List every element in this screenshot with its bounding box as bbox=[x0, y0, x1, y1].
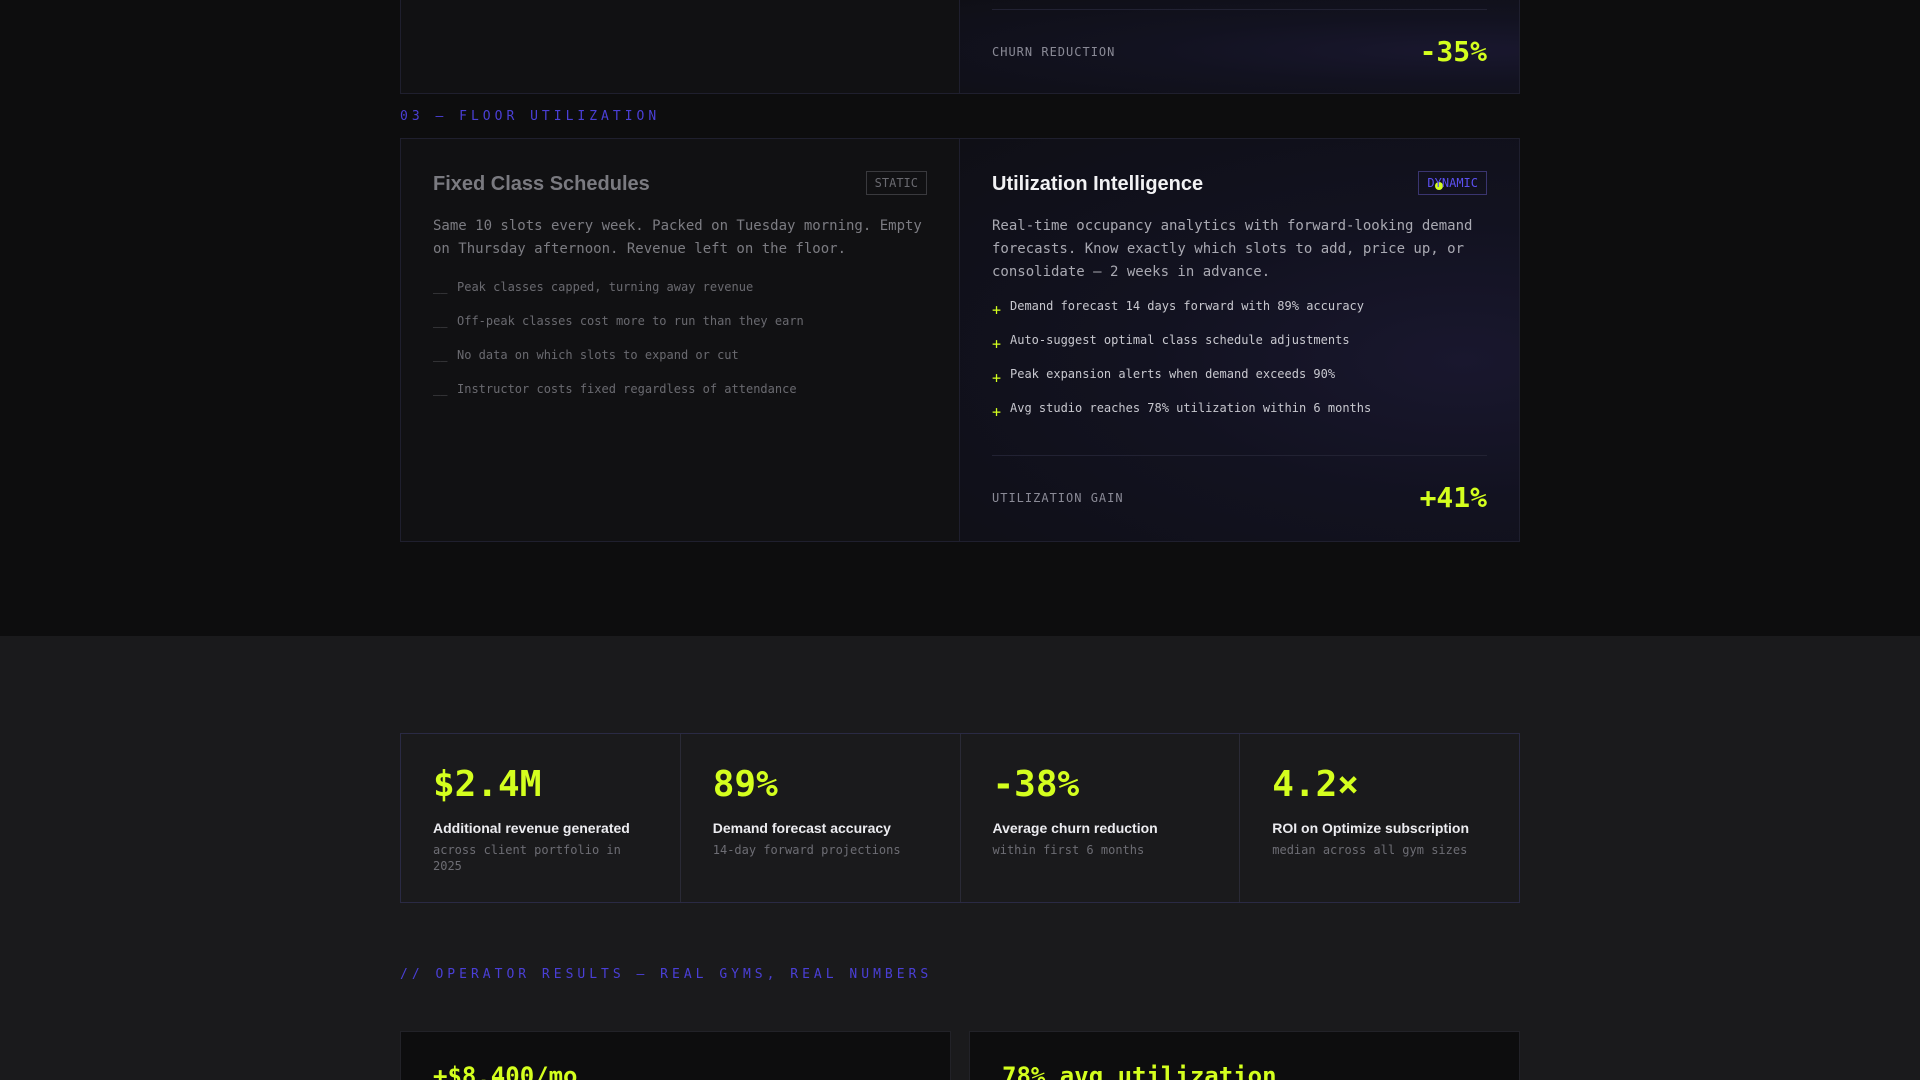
plus-icon: + bbox=[992, 301, 1002, 319]
list-item: + Demand forecast 14 days forward with 89… bbox=[992, 299, 1371, 333]
card-description: Same 10 slots every week. Packed on Tues… bbox=[433, 218, 922, 257]
metric-value: +41% bbox=[1419, 481, 1487, 514]
results-section-label: // OPERATOR RESULTS — REAL GYMS, REAL NU… bbox=[400, 967, 933, 982]
list-item: __ Instructor costs fixed regardless of a… bbox=[433, 382, 804, 416]
stat-card: $2.4M Additional revenue generated acros… bbox=[401, 734, 681, 902]
stat-card: -38% Average churn reduction within firs… bbox=[961, 734, 1241, 902]
dash-icon: __ bbox=[433, 280, 448, 294]
metric-label: CHURN REDUCTION bbox=[992, 44, 1116, 59]
dash-icon: __ bbox=[433, 348, 448, 362]
result-card: 78% avg utilization bbox=[969, 1031, 1520, 1080]
stat-value: $2.4M bbox=[433, 764, 542, 805]
utilization-metric-row: UTILIZATION GAIN +41% bbox=[992, 455, 1487, 539]
list-item-text: Instructor costs fixed regardless of att… bbox=[457, 382, 797, 396]
churn-metric-row: CHURN REDUCTION -35% bbox=[992, 9, 1487, 93]
list-item: + Avg studio reaches 78% utilization with… bbox=[992, 401, 1371, 435]
plus-icon: + bbox=[992, 403, 1002, 421]
stat-subtitle: within first 6 months bbox=[992, 843, 1145, 857]
plus-icon: + bbox=[992, 335, 1002, 353]
stat-subtitle: across client portfolio in 2025 bbox=[433, 843, 621, 873]
dash-icon: __ bbox=[433, 314, 448, 328]
card-title: Fixed Class Schedules bbox=[433, 173, 650, 195]
stat-title: Demand forecast accuracy bbox=[712, 820, 891, 836]
dash-icon: __ bbox=[433, 382, 448, 396]
card-title: Utilization Intelligence bbox=[992, 173, 1204, 195]
stat-title: Average churn reduction bbox=[992, 820, 1158, 836]
static-card: Fixed Class Schedules STATIC Same 10 slo… bbox=[401, 139, 960, 541]
dynamic-card: Utilization Intelligence DYNAMIC Real-ti… bbox=[960, 139, 1519, 541]
stat-card: 4.2× ROI on Optimize subscription median… bbox=[1240, 734, 1519, 902]
list-item: __ Off-peak classes cost more to run than… bbox=[433, 314, 804, 348]
stat-value: -38% bbox=[992, 764, 1080, 805]
list-item: __ Peak classes capped, turning away reve… bbox=[433, 280, 804, 314]
result-value: +$8,400/mo bbox=[433, 1062, 578, 1080]
list-item-text: Peak classes capped, turning away revenu… bbox=[457, 280, 754, 294]
list-item-text: No data on which slots to expand or cut bbox=[457, 348, 739, 362]
list-item-text: Avg studio reaches 78% utilization withi… bbox=[1010, 401, 1372, 415]
list-item-text: Peak expansion alerts when demand exceed… bbox=[1010, 367, 1336, 381]
card-description: Real-time occupancy analytics with forwa… bbox=[992, 218, 1473, 280]
stat-subtitle: median across all gym sizes bbox=[1272, 843, 1468, 857]
metric-label: UTILIZATION GAIN bbox=[992, 490, 1124, 505]
list-item-text: Demand forecast 14 days forward with 89%… bbox=[1010, 299, 1365, 313]
stat-value: 89% bbox=[712, 764, 778, 805]
churn-comparison: CHURN REDUCTION -35% bbox=[400, 0, 1520, 94]
list-item: + Auto-suggest optimal class schedule adj… bbox=[992, 333, 1371, 367]
list-item: __ No data on which slots to expand or cu… bbox=[433, 348, 804, 382]
stat-card: 89% Demand forecast accuracy 14-day forw… bbox=[681, 734, 961, 902]
stat-title: ROI on Optimize subscription bbox=[1272, 820, 1470, 836]
plus-icon: + bbox=[992, 369, 1002, 387]
stats-grid: $2.4M Additional revenue generated acros… bbox=[400, 733, 1520, 903]
list-item: + Peak expansion alerts when demand excee… bbox=[992, 367, 1371, 401]
list-item-text: Off-peak classes cost more to run than t… bbox=[457, 314, 804, 328]
section-label: 03 — FLOOR UTILIZATION bbox=[400, 109, 661, 124]
result-card: +$8,400/mo bbox=[400, 1031, 951, 1080]
feature-list: + Demand forecast 14 days forward with 89… bbox=[992, 299, 1371, 435]
stat-value: 4.2× bbox=[1272, 764, 1359, 805]
churn-static-card bbox=[401, 0, 960, 93]
result-value: 78% avg utilization bbox=[1002, 1062, 1277, 1080]
dynamic-badge: DYNAMIC bbox=[1418, 171, 1487, 195]
stat-subtitle: 14-day forward projections bbox=[712, 843, 901, 857]
floor-comparison: Fixed Class Schedules STATIC Same 10 slo… bbox=[400, 138, 1520, 542]
list-item-text: Auto-suggest optimal class schedule adju… bbox=[1010, 333, 1350, 347]
churn-dynamic-card: CHURN REDUCTION -35% bbox=[960, 0, 1519, 93]
stat-title: Additional revenue generated bbox=[433, 820, 630, 836]
limitation-list: __ Peak classes capped, turning away reve… bbox=[433, 280, 804, 416]
static-badge: STATIC bbox=[865, 171, 927, 195]
metric-value: -35% bbox=[1419, 35, 1487, 68]
